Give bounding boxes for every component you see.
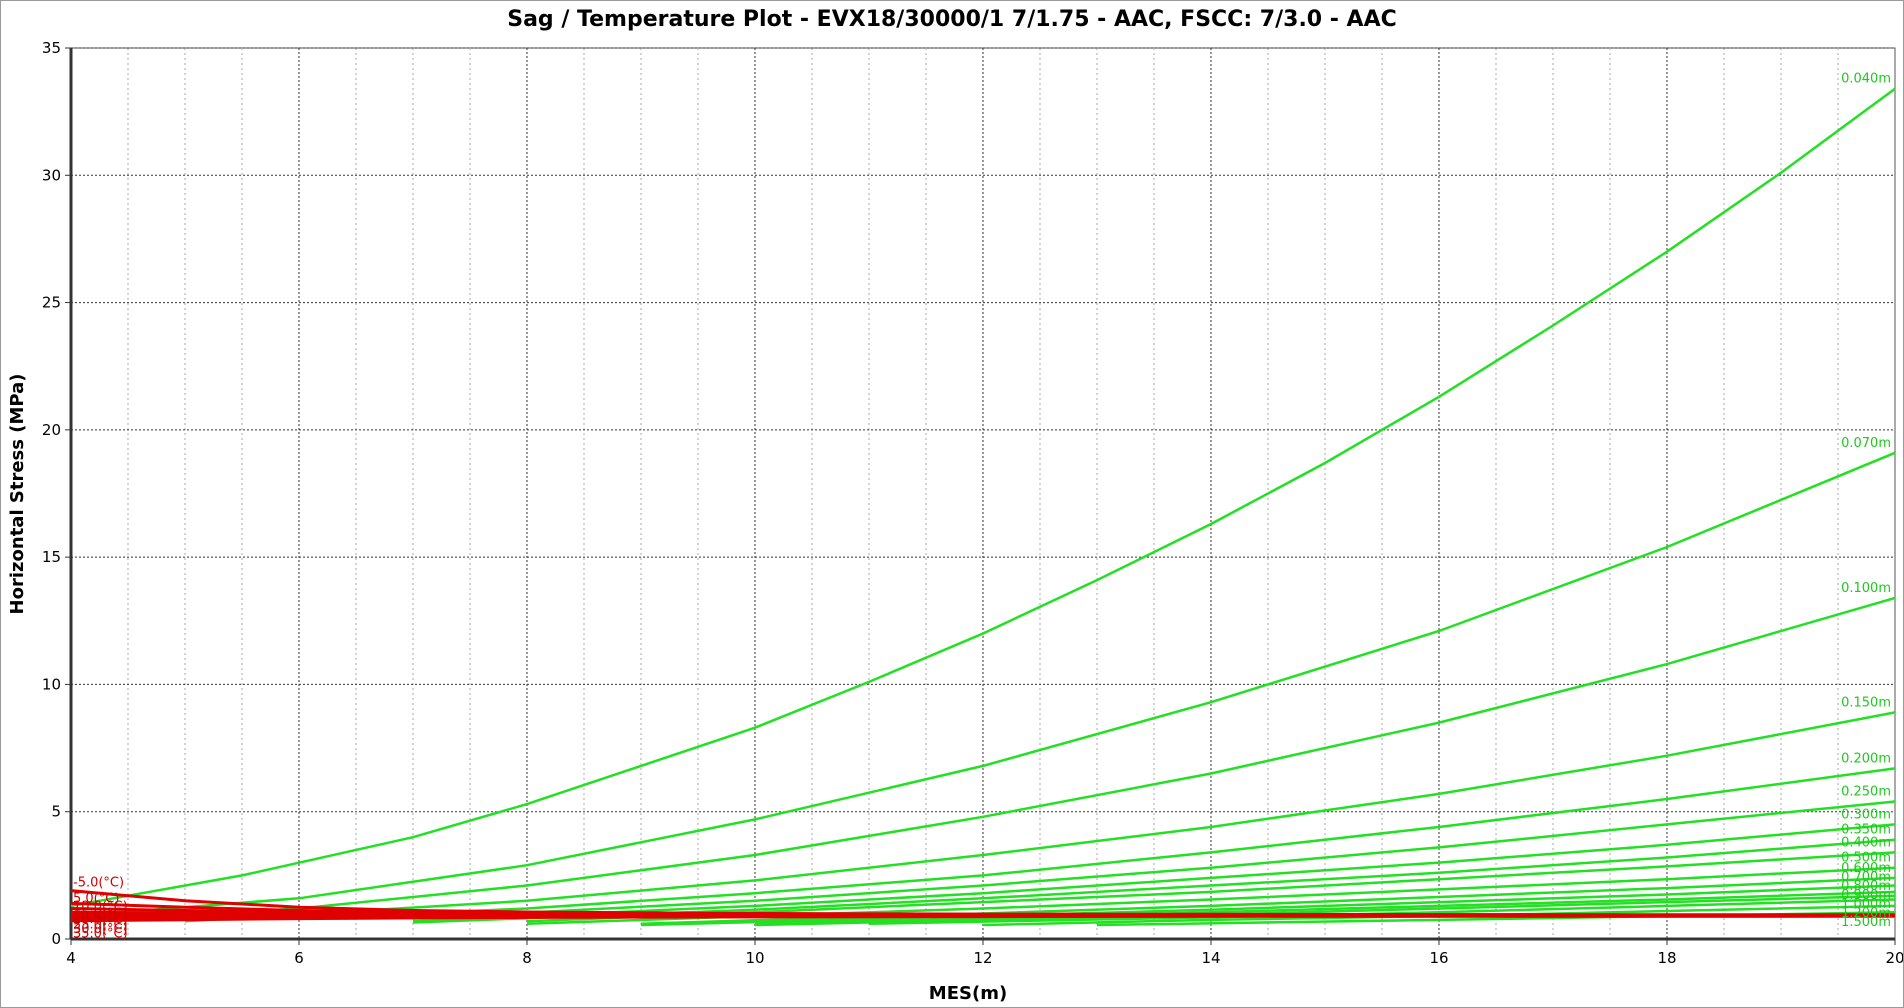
sag-series-label: 0.250m: [1841, 785, 1891, 800]
x-tick-label: 8: [522, 949, 532, 967]
sag-series-label: 1.500m: [1841, 915, 1891, 930]
chart-window: Sag / Temperature Plot - EVX18/30000/1 7…: [0, 0, 1904, 1008]
y-tick-label: 0: [51, 930, 61, 948]
y-tick-label: 25: [42, 294, 61, 312]
y-tick-label: 10: [42, 675, 61, 693]
x-tick-label: 14: [1201, 949, 1220, 967]
sag-series-label: 0.070m: [1841, 436, 1891, 451]
temperature-series-label: 35.0(°C): [73, 927, 128, 942]
x-tick-label: 20: [1885, 949, 1903, 967]
temperature-series-label: -5.0(°C): [73, 876, 124, 891]
y-tick-label: 20: [42, 421, 61, 439]
y-tick-label: 5: [51, 803, 61, 821]
sag-series-label: 0.040m: [1841, 72, 1891, 87]
x-tick-label: 16: [1429, 949, 1448, 967]
x-tick-label: 12: [973, 949, 992, 967]
x-tick-label: 10: [745, 949, 764, 967]
x-tick-label: 6: [294, 949, 304, 967]
x-tick-label: 4: [66, 949, 76, 967]
sag-series-label: 0.200m: [1841, 751, 1891, 766]
y-axis-title: Horizontal Stress (MPa): [7, 374, 28, 615]
x-tick-label: 18: [1657, 949, 1676, 967]
sag-series-label: 0.400m: [1841, 835, 1891, 850]
y-tick-label: 30: [42, 166, 61, 184]
sag-series-label: 0.300m: [1841, 807, 1891, 822]
sag-series-label: 0.100m: [1841, 581, 1891, 596]
x-axis-title: MES(m): [929, 983, 1007, 1004]
y-tick-label: 35: [42, 39, 61, 57]
sag-temperature-chart: 4 6 8 10 12 14 16 18 20 0 5 10 15 20 25 30 35 0.040m 0.07…: [7, 39, 1903, 1004]
sag-series-label: 0.150m: [1841, 695, 1891, 710]
y-tick-label: 15: [42, 548, 61, 566]
